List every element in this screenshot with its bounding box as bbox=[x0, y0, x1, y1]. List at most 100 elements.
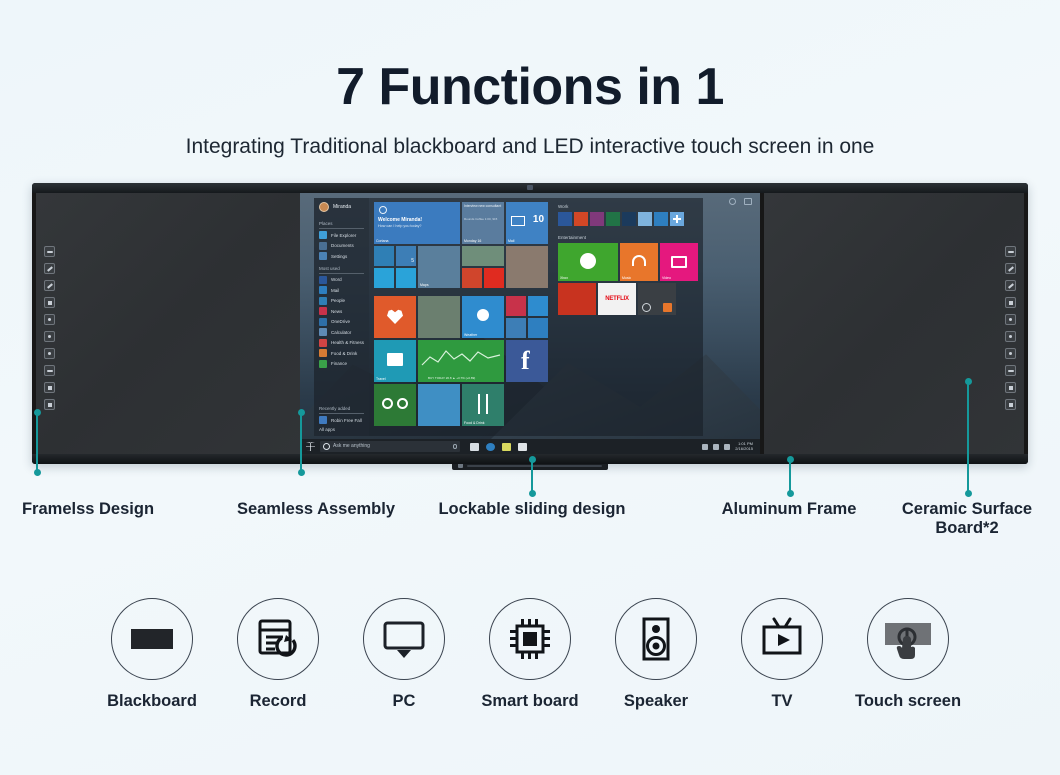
tile-calendar[interactable]: Interview new consultant Rounds Coffee 1… bbox=[462, 202, 505, 244]
feature-circle[interactable] bbox=[237, 598, 319, 680]
feature-circle[interactable] bbox=[741, 598, 823, 680]
tile-cortana[interactable]: Welcome Miranda! How can I help you toda… bbox=[374, 202, 461, 244]
taskbar-tray[interactable]: 1:01 PM 2/16/2015 bbox=[702, 441, 756, 451]
tile-mail[interactable]: 10 Mail bbox=[506, 202, 549, 244]
tile-xbox[interactable]: Xbox bbox=[558, 243, 619, 281]
start-item-news[interactable]: News bbox=[319, 307, 364, 315]
tile-flipboard[interactable] bbox=[484, 268, 505, 288]
tile-news[interactable] bbox=[506, 296, 527, 316]
keyboard-tool-icon[interactable] bbox=[1005, 246, 1016, 257]
capture-tool-icon[interactable] bbox=[1005, 399, 1016, 410]
windows-start-menu[interactable]: Miranda Places File Explorer Documents S… bbox=[314, 198, 704, 436]
tile-facebook[interactable]: f bbox=[506, 340, 549, 382]
tile-messaging[interactable]: 5 bbox=[396, 246, 417, 266]
feature-circle[interactable] bbox=[363, 598, 445, 680]
cut-tool-icon[interactable] bbox=[44, 382, 55, 393]
shape-tool-1-icon[interactable] bbox=[44, 314, 55, 325]
control-slider[interactable] bbox=[467, 464, 602, 467]
windows-display-screen[interactable]: Miranda Places File Explorer Documents S… bbox=[300, 193, 760, 454]
start-item-calculator[interactable]: Calculator bbox=[319, 328, 364, 336]
feature-circle[interactable] bbox=[111, 598, 193, 680]
mail-icon[interactable] bbox=[518, 442, 527, 451]
tile-health[interactable] bbox=[374, 296, 417, 338]
taskbar-pinned-icons[interactable] bbox=[470, 442, 527, 451]
tile-office[interactable] bbox=[462, 268, 483, 288]
start-menu-left-column[interactable]: Miranda Places File Explorer Documents S… bbox=[314, 198, 370, 436]
eraser-tool-icon[interactable] bbox=[44, 297, 55, 308]
user-account[interactable]: Miranda bbox=[319, 202, 364, 212]
cut-tool-icon[interactable] bbox=[1005, 382, 1016, 393]
tile-add[interactable] bbox=[670, 212, 685, 226]
start-item-word[interactable]: Word bbox=[319, 275, 364, 284]
start-item-file-explorer[interactable]: File Explorer bbox=[319, 231, 364, 239]
highlighter-tool-icon[interactable] bbox=[44, 280, 55, 291]
tile-food-and-drink[interactable]: Food & Drink bbox=[462, 384, 505, 426]
start-item-settings[interactable]: Settings bbox=[319, 252, 364, 260]
volume-icon[interactable] bbox=[713, 443, 720, 450]
screenshot-tool-icon[interactable] bbox=[44, 365, 55, 376]
power-icon[interactable] bbox=[729, 198, 736, 205]
tile-travel[interactable]: Travel bbox=[374, 340, 417, 382]
expand-icon[interactable] bbox=[744, 198, 752, 205]
tool-column-left[interactable] bbox=[44, 246, 55, 410]
taskbar-clock[interactable]: 1:01 PM 2/16/2015 bbox=[735, 441, 753, 451]
chalkboard-panel-right[interactable] bbox=[764, 193, 1024, 454]
tile-frozen[interactable] bbox=[418, 384, 461, 426]
tile-video[interactable]: Video bbox=[660, 243, 699, 281]
store-icon[interactable] bbox=[502, 442, 511, 451]
shape-tool-3-icon[interactable] bbox=[1005, 348, 1016, 359]
network-icon[interactable] bbox=[702, 443, 709, 450]
tile-tripadvisor[interactable] bbox=[374, 384, 417, 426]
tile-onedrive-small[interactable] bbox=[654, 212, 669, 226]
tile-reader[interactable] bbox=[506, 318, 527, 338]
start-item-mail[interactable]: Mail bbox=[319, 286, 364, 294]
tile-music[interactable]: Music bbox=[620, 243, 659, 281]
start-item-onedrive[interactable]: OneDrive bbox=[319, 317, 364, 326]
feature-touch-screen[interactable]: Touch screen bbox=[855, 598, 961, 711]
tile-cars[interactable] bbox=[558, 283, 597, 315]
start-menu-tiles[interactable]: Welcome Miranda! How can I help you toda… bbox=[369, 198, 704, 436]
action-center-icon[interactable] bbox=[724, 443, 731, 450]
chalkboard-panel-left[interactable] bbox=[36, 193, 302, 454]
start-item-robin-free-fall[interactable]: Robin Free Fall bbox=[319, 416, 364, 424]
edge-icon[interactable] bbox=[486, 442, 495, 451]
eraser-tool-icon[interactable] bbox=[1005, 297, 1016, 308]
tile-reader-small[interactable] bbox=[638, 212, 653, 226]
start-item-documents[interactable]: Documents bbox=[319, 241, 364, 250]
file-explorer-icon[interactable] bbox=[470, 442, 479, 451]
tile-excel[interactable] bbox=[606, 212, 621, 226]
tile-twitter[interactable] bbox=[396, 268, 417, 288]
highlighter-tool-icon[interactable] bbox=[1005, 280, 1016, 291]
keyboard-tool-icon[interactable] bbox=[44, 246, 55, 257]
start-item-food[interactable]: Food & Drink bbox=[319, 349, 364, 357]
feature-speaker[interactable]: Speaker bbox=[615, 598, 697, 711]
tile-word[interactable] bbox=[558, 212, 573, 226]
tile-finance[interactable]: BUY TODAY 20.8 ▲ +3.7% (+0.89) bbox=[418, 340, 505, 382]
tile-netflix[interactable]: NETFLIX bbox=[598, 283, 637, 315]
tile-photos[interactable] bbox=[462, 246, 505, 266]
tile-photos-small[interactable] bbox=[622, 212, 637, 226]
windows-taskbar[interactable]: Ask me anything 1:01 PM 2/16/2015 bbox=[300, 439, 760, 454]
screen-window-controls[interactable] bbox=[729, 198, 752, 205]
feature-tv[interactable]: TV bbox=[741, 598, 823, 711]
tool-column-right[interactable] bbox=[1005, 246, 1016, 410]
tile-maps[interactable]: Maps bbox=[418, 246, 461, 288]
start-item-people[interactable]: People bbox=[319, 296, 364, 305]
feature-blackboard[interactable]: Blackboard bbox=[107, 598, 197, 711]
windows-start-icon[interactable] bbox=[306, 442, 315, 451]
pen-tool-icon[interactable] bbox=[1005, 263, 1016, 274]
tile-store[interactable] bbox=[528, 296, 549, 316]
shape-tool-2-icon[interactable] bbox=[44, 331, 55, 342]
shape-tool-1-icon[interactable] bbox=[1005, 314, 1016, 325]
feature-circle[interactable] bbox=[615, 598, 697, 680]
shape-tool-3-icon[interactable] bbox=[44, 348, 55, 359]
tile-alarms[interactable] bbox=[528, 318, 549, 338]
feature-smart-board[interactable]: Smart board bbox=[481, 598, 579, 711]
start-item-health[interactable]: Health & Fitness bbox=[319, 338, 364, 347]
screenshot-tool-icon[interactable] bbox=[1005, 365, 1016, 376]
microphone-icon[interactable] bbox=[453, 444, 457, 449]
shape-tool-2-icon[interactable] bbox=[1005, 331, 1016, 342]
search-input[interactable]: Ask me anything bbox=[320, 441, 460, 452]
tile-onenote[interactable] bbox=[590, 212, 605, 226]
feature-pc[interactable]: PC bbox=[363, 598, 445, 711]
